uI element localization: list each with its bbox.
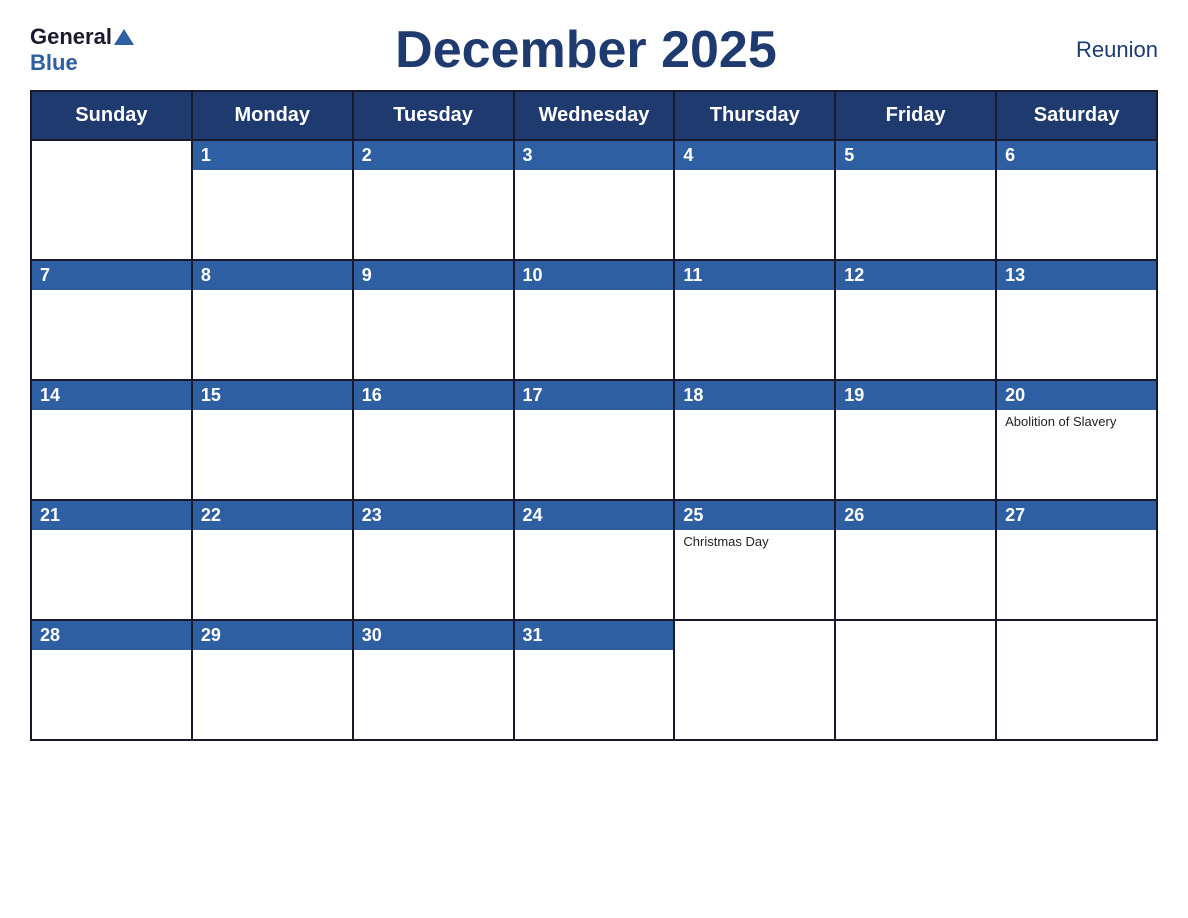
calendar-title: December 2025 — [395, 20, 777, 80]
day-cell-2-2: 16 — [353, 380, 514, 500]
day-cell-0-3: 3 — [514, 140, 675, 260]
day-cell-0-1: 1 — [192, 140, 353, 260]
date-number: 9 — [354, 261, 513, 290]
date-number: 23 — [354, 501, 513, 530]
logo-blue: Blue — [30, 50, 78, 76]
day-cell-4-1: 29 — [192, 620, 353, 740]
day-cell-2-4: 18 — [674, 380, 835, 500]
date-number: 3 — [515, 141, 674, 170]
date-number: 14 — [32, 381, 191, 410]
day-cell-3-4: 25Christmas Day — [674, 500, 835, 620]
col-friday: Friday — [835, 91, 996, 140]
date-number: 24 — [515, 501, 674, 530]
col-thursday: Thursday — [674, 91, 835, 140]
day-cell-1-0: 7 — [31, 260, 192, 380]
empty-date-header — [675, 621, 834, 629]
date-number: 19 — [836, 381, 995, 410]
date-number: 15 — [193, 381, 352, 410]
col-monday: Monday — [192, 91, 353, 140]
date-number: 22 — [193, 501, 352, 530]
date-number: 10 — [515, 261, 674, 290]
date-number: 5 — [836, 141, 995, 170]
day-cell-1-6: 13 — [996, 260, 1157, 380]
date-number: 18 — [675, 381, 834, 410]
day-cell-3-3: 24 — [514, 500, 675, 620]
date-number: 6 — [997, 141, 1156, 170]
day-cell-4-6 — [996, 620, 1157, 740]
day-cell-3-2: 23 — [353, 500, 514, 620]
date-number: 21 — [32, 501, 191, 530]
week-row-2: 78910111213 — [31, 260, 1157, 380]
day-cell-2-0: 14 — [31, 380, 192, 500]
day-cell-0-4: 4 — [674, 140, 835, 260]
date-number: 16 — [354, 381, 513, 410]
date-number: 20 — [997, 381, 1156, 410]
date-number: 26 — [836, 501, 995, 530]
empty-date-header — [997, 621, 1156, 629]
event-label: Christmas Day — [675, 530, 834, 553]
date-number: 4 — [675, 141, 834, 170]
date-number: 27 — [997, 501, 1156, 530]
logo-general: General — [30, 24, 112, 50]
event-label: Abolition of Slavery — [997, 410, 1156, 433]
day-cell-4-5 — [835, 620, 996, 740]
date-number: 11 — [675, 261, 834, 290]
day-cell-2-1: 15 — [192, 380, 353, 500]
date-number: 31 — [515, 621, 674, 650]
col-saturday: Saturday — [996, 91, 1157, 140]
logo-triangle-icon — [114, 29, 134, 45]
day-cell-0-2: 2 — [353, 140, 514, 260]
day-cell-2-3: 17 — [514, 380, 675, 500]
date-number: 30 — [354, 621, 513, 650]
day-cell-1-4: 11 — [674, 260, 835, 380]
logo: General Blue — [30, 24, 134, 76]
day-cell-3-5: 26 — [835, 500, 996, 620]
day-cell-0-6: 6 — [996, 140, 1157, 260]
date-number: 1 — [193, 141, 352, 170]
day-cell-4-0: 28 — [31, 620, 192, 740]
week-row-5: 28293031 — [31, 620, 1157, 740]
empty-date-header — [32, 141, 191, 149]
date-number: 12 — [836, 261, 995, 290]
date-number: 7 — [32, 261, 191, 290]
day-cell-3-0: 21 — [31, 500, 192, 620]
date-number: 17 — [515, 381, 674, 410]
date-number: 13 — [997, 261, 1156, 290]
day-cell-2-5: 19 — [835, 380, 996, 500]
col-wednesday: Wednesday — [514, 91, 675, 140]
week-row-1: 123456 — [31, 140, 1157, 260]
day-cell-1-3: 10 — [514, 260, 675, 380]
day-cell-3-1: 22 — [192, 500, 353, 620]
date-number: 25 — [675, 501, 834, 530]
week-row-4: 2122232425Christmas Day2627 — [31, 500, 1157, 620]
day-cell-2-6: 20Abolition of Slavery — [996, 380, 1157, 500]
date-number: 29 — [193, 621, 352, 650]
day-cell-0-5: 5 — [835, 140, 996, 260]
page-header: General Blue December 2025 Reunion — [30, 20, 1158, 80]
col-tuesday: Tuesday — [353, 91, 514, 140]
day-cell-4-4 — [674, 620, 835, 740]
date-number: 28 — [32, 621, 191, 650]
day-cell-1-5: 12 — [835, 260, 996, 380]
day-cell-4-2: 30 — [353, 620, 514, 740]
week-row-3: 14151617181920Abolition of Slavery — [31, 380, 1157, 500]
region-label: Reunion — [1038, 37, 1158, 63]
day-cell-4-3: 31 — [514, 620, 675, 740]
calendar-table: Sunday Monday Tuesday Wednesday Thursday… — [30, 90, 1158, 741]
day-cell-3-6: 27 — [996, 500, 1157, 620]
day-cell-1-1: 8 — [192, 260, 353, 380]
date-number: 8 — [193, 261, 352, 290]
calendar-header-row: Sunday Monday Tuesday Wednesday Thursday… — [31, 91, 1157, 140]
day-cell-1-2: 9 — [353, 260, 514, 380]
col-sunday: Sunday — [31, 91, 192, 140]
day-cell-0-0 — [31, 140, 192, 260]
empty-date-header — [836, 621, 995, 629]
date-number: 2 — [354, 141, 513, 170]
